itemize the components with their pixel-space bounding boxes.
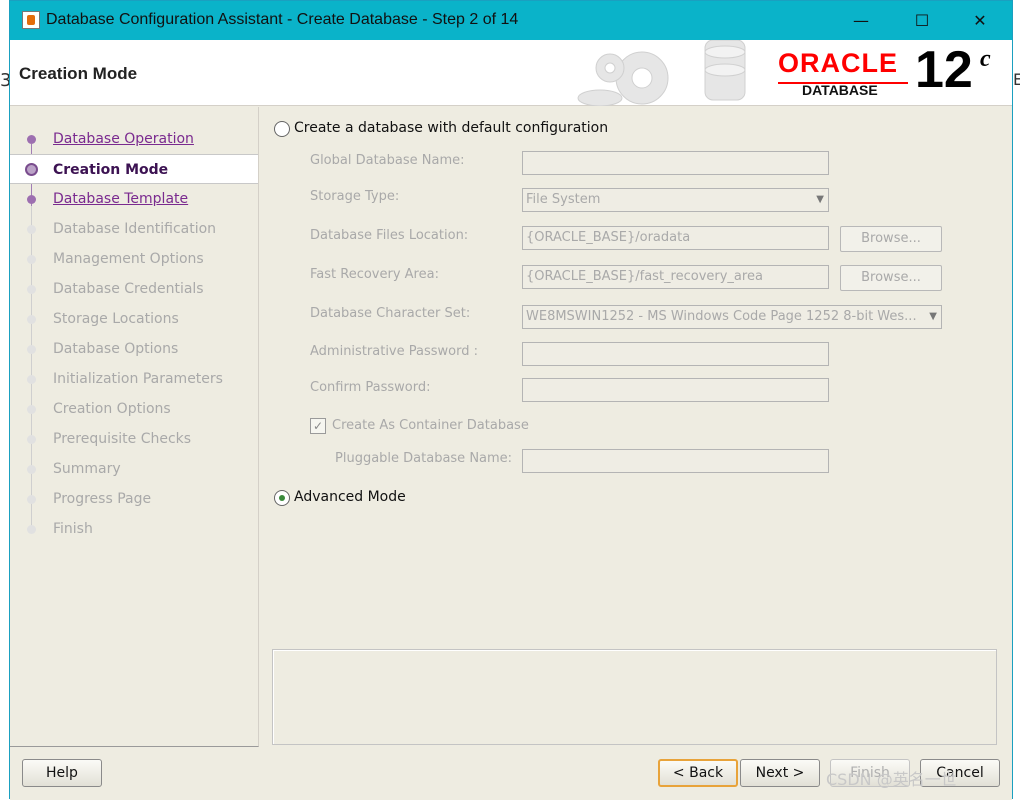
step-dot <box>27 195 36 204</box>
page-header: Creation Mode ORACLE DATABASE 12 c <box>10 40 1012 106</box>
confirm-password-input[interactable] <box>522 378 829 402</box>
step-label: Finish <box>53 521 93 537</box>
fast-recovery-browse-button[interactable]: Browse... <box>840 265 942 291</box>
step-label: Management Options <box>53 251 204 267</box>
next-button[interactable]: Next > <box>740 759 820 787</box>
step-dot <box>25 163 38 176</box>
step-label: Storage Locations <box>53 311 179 327</box>
step-summary: Summary <box>10 454 258 484</box>
version-number: 12 <box>915 41 973 99</box>
message-panel <box>272 649 997 745</box>
confirm-password-label: Confirm Password: <box>310 380 431 395</box>
dbca-window: Database Configuration Assistant - Creat… <box>9 0 1013 800</box>
oracle-database-12c-logo: ORACLE DATABASE 12 c <box>770 41 1010 104</box>
page-title: Creation Mode <box>19 64 138 83</box>
step-database-options: Database Options <box>10 334 258 364</box>
steps-sidebar: Database Operation Creation Mode Databas… <box>10 107 259 747</box>
step-management-options: Management Options <box>10 244 258 274</box>
window-title: Database Configuration Assistant - Creat… <box>46 11 519 28</box>
back-button[interactable]: < Back <box>658 759 738 787</box>
step-label: Database Options <box>53 341 179 357</box>
container-db-checkbox[interactable]: ✓ <box>310 418 326 434</box>
step-dot <box>27 225 36 234</box>
fast-recovery-area-input[interactable]: {ORACLE_BASE}/fast_recovery_area <box>522 265 829 289</box>
step-label: Creation Mode <box>53 162 169 178</box>
db-files-location-label: Database Files Location: <box>310 228 469 243</box>
storage-type-label: Storage Type: <box>310 189 400 204</box>
step-creation-options: Creation Options <box>10 394 258 424</box>
advanced-mode-radio[interactable] <box>274 490 290 506</box>
character-set-select[interactable]: WE8MSWIN1252 - MS Windows Code Page 1252… <box>522 305 942 329</box>
global-db-name-label: Global Database Name: <box>310 153 465 168</box>
fast-recovery-area-label: Fast Recovery Area: <box>310 267 439 282</box>
step-dot <box>27 255 36 264</box>
gears-illustration <box>570 40 750 106</box>
step-dot <box>27 135 36 144</box>
step-finish: Finish <box>10 514 258 544</box>
step-label: Database Operation <box>53 131 194 147</box>
step-prerequisite-checks: Prerequisite Checks <box>10 424 258 454</box>
step-dot <box>27 405 36 414</box>
step-initialization-parameters: Initialization Parameters <box>10 364 258 394</box>
admin-password-input[interactable] <box>522 342 829 366</box>
creation-mode-panel: Create a database with default configura… <box>260 107 1012 747</box>
step-label: Progress Page <box>53 491 152 507</box>
step-storage-locations: Storage Locations <box>10 304 258 334</box>
step-database-operation[interactable]: Database Operation <box>10 124 258 154</box>
oracle-brand: ORACLE <box>778 48 898 78</box>
step-dot <box>27 465 36 474</box>
db-files-browse-button[interactable]: Browse... <box>840 226 942 252</box>
close-button[interactable]: ✕ <box>960 7 1000 35</box>
help-button[interactable]: Help <box>22 759 102 787</box>
step-dot <box>27 375 36 384</box>
step-dot <box>27 315 36 324</box>
step-label: Database Identification <box>53 221 217 237</box>
step-progress-page: Progress Page <box>10 484 258 514</box>
step-dot <box>27 345 36 354</box>
step-label: Database Template <box>53 191 189 207</box>
step-dot <box>27 285 36 294</box>
admin-password-label: Administrative Password : <box>310 344 478 359</box>
step-creation-mode[interactable]: Creation Mode <box>10 154 258 184</box>
default-config-label[interactable]: Create a database with default configura… <box>294 120 608 136</box>
maximize-button[interactable]: ☐ <box>902 7 942 35</box>
step-label: Summary <box>53 461 121 477</box>
version-suffix: c <box>980 46 991 72</box>
background-window-edge-left: 3 <box>0 70 12 91</box>
csdn-watermark: CSDN @英名一世 <box>826 770 957 789</box>
pluggable-db-name-input[interactable] <box>522 449 829 473</box>
step-label: Initialization Parameters <box>53 371 223 387</box>
step-database-credentials: Database Credentials <box>10 274 258 304</box>
character-set-label: Database Character Set: <box>310 306 471 321</box>
step-dot <box>27 435 36 444</box>
step-dot <box>27 525 36 534</box>
pluggable-db-name-label: Pluggable Database Name: <box>335 451 513 466</box>
step-dot <box>27 495 36 504</box>
step-database-template[interactable]: Database Template <box>10 184 258 214</box>
step-database-identification: Database Identification <box>10 214 258 244</box>
advanced-mode-label[interactable]: Advanced Mode <box>294 489 406 505</box>
background-window-edge-right: E <box>1013 70 1020 89</box>
step-label: Creation Options <box>53 401 171 417</box>
db-files-location-input[interactable]: {ORACLE_BASE}/oradata <box>522 226 829 250</box>
global-db-name-input[interactable] <box>522 151 829 175</box>
default-config-radio[interactable] <box>274 121 290 137</box>
minimize-button[interactable]: — <box>841 7 881 35</box>
step-label: Prerequisite Checks <box>53 431 192 447</box>
java-app-icon <box>22 11 40 29</box>
title-bar[interactable]: Database Configuration Assistant - Creat… <box>10 1 1012 40</box>
storage-type-select[interactable]: File System <box>522 188 829 212</box>
database-label: DATABASE <box>802 82 878 98</box>
container-db-label[interactable]: Create As Container Database <box>332 418 529 433</box>
step-label: Database Credentials <box>53 281 204 297</box>
